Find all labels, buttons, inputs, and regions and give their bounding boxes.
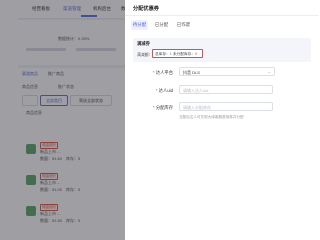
platform-label: * 达人平台 bbox=[152, 70, 173, 75]
form-hint: 当配后达人可兑现大库客服费用券并分配 bbox=[179, 115, 244, 119]
coupon-type: 满减券 bbox=[137, 41, 150, 46]
uid-input[interactable]: 请输入达人uid bbox=[179, 85, 273, 94]
coupon-drawer: 分配优惠券 待分配 已分配 已作废 满减券 满减额： 总库存：1 未分配库存：0… bbox=[125, 0, 319, 240]
drawer-title: 分配优惠券 bbox=[133, 6, 159, 12]
modal-overlay[interactable] bbox=[0, 0, 125, 240]
tab-assigned[interactable]: 已分配 bbox=[153, 20, 170, 30]
uid-label: * 达人uid bbox=[155, 88, 173, 93]
stock-input[interactable]: 请输入分配库存 bbox=[179, 102, 273, 111]
chevron-down-icon: ⌄ bbox=[267, 68, 271, 74]
tab-pending[interactable]: 待分配 bbox=[131, 20, 148, 30]
tab-voided[interactable]: 已作废 bbox=[175, 20, 192, 30]
coupon-info-panel: 满减券 满减额： 总库存：1 未分配库存：0 bbox=[133, 38, 311, 62]
stock-summary-text: 总库存：1 未分配库存：0 bbox=[155, 51, 198, 56]
uid-placeholder: 请输入达人uid bbox=[183, 87, 209, 93]
stock-summary: 总库存：1 未分配库存：0 bbox=[152, 49, 203, 58]
platform-select[interactable]: 抖音 DLS ⌄ bbox=[179, 67, 275, 76]
stock-placeholder: 请输入分配库存 bbox=[183, 104, 211, 110]
remaining-stock-value: 0 bbox=[194, 51, 198, 56]
stock-label: * 分配库存 bbox=[152, 105, 173, 110]
platform-value: 抖音 DLS bbox=[183, 69, 200, 75]
divider bbox=[125, 15, 319, 16]
coupon-amount-label: 满减额： bbox=[137, 52, 153, 57]
